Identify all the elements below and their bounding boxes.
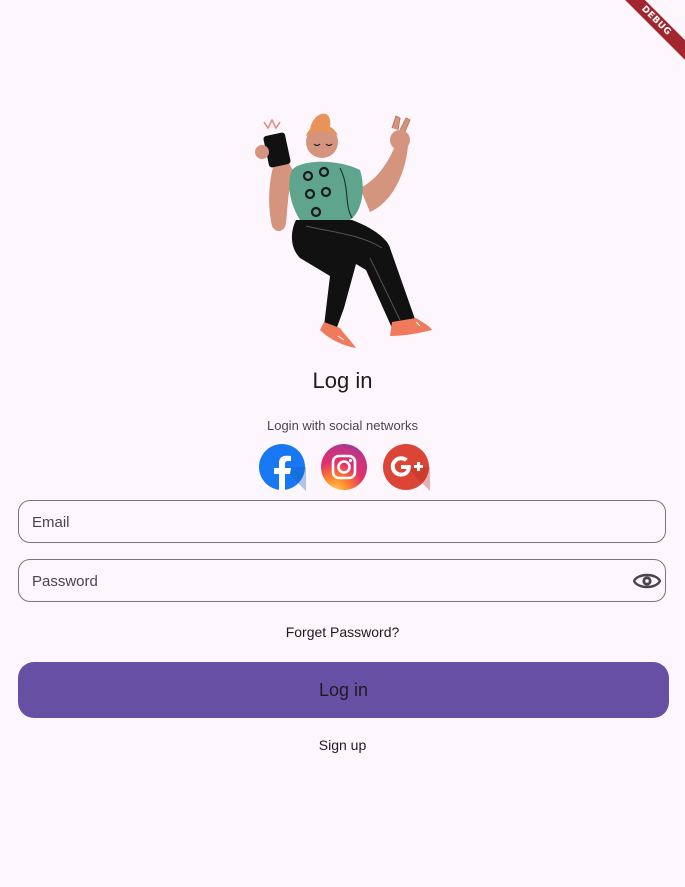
eye-icon[interactable]	[632, 568, 662, 594]
signup-row: Sign up	[0, 737, 685, 753]
email-field-container	[18, 500, 666, 544]
password-input[interactable]	[30, 560, 634, 603]
google-plus-icon	[383, 444, 430, 491]
page-title: Log in	[312, 368, 373, 393]
google-plus-login-button[interactable]	[382, 443, 430, 491]
instagram-icon	[321, 444, 367, 490]
email-input[interactable]	[30, 501, 634, 544]
login-button[interactable]: Log in	[18, 662, 669, 718]
facebook-icon	[259, 444, 306, 491]
facebook-login-button[interactable]	[258, 443, 306, 491]
social-login-caption: Login with social networks	[266, 418, 419, 433]
social-login-row	[258, 443, 430, 491]
forgot-password-row: Forget Password?	[0, 624, 685, 640]
password-field-container	[18, 559, 666, 603]
instagram-login-button[interactable]	[320, 443, 368, 491]
hero-illustration	[240, 108, 440, 353]
debug-banner: DEBUG	[595, 0, 685, 90]
forgot-password-link[interactable]: Forget Password?	[286, 624, 400, 640]
debug-banner-label: DEBUG	[612, 0, 685, 65]
signup-link[interactable]: Sign up	[319, 737, 366, 753]
